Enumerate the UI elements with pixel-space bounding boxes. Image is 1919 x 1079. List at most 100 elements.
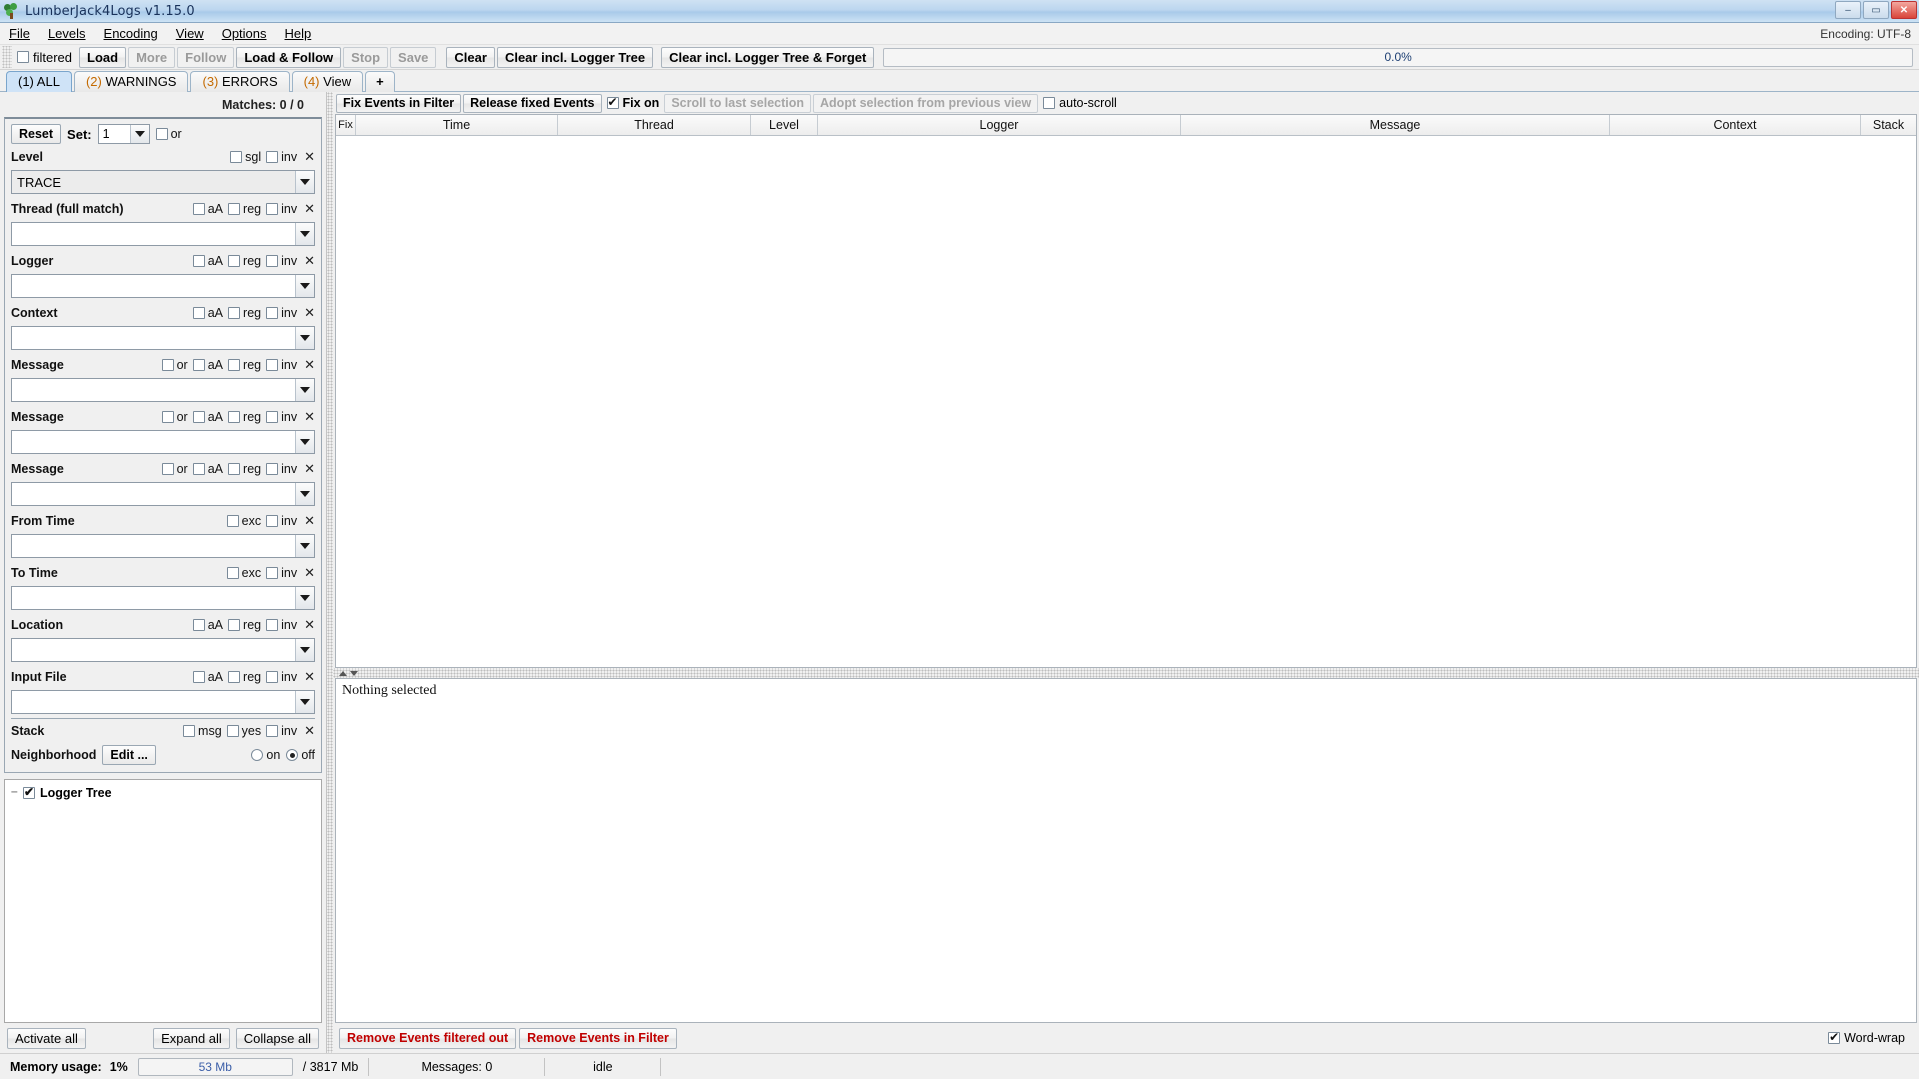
logger-clear-icon[interactable]: ✕ [302,253,315,269]
release-fixed-events-button[interactable]: Release fixed Events [463,93,602,113]
column-header-context[interactable]: Context [1610,115,1861,135]
input-file-inv-checkbox[interactable]: inv [266,670,297,684]
location-reg-checkbox[interactable]: reg [228,618,261,632]
logger-aA-checkbox[interactable]: aA [192,254,223,268]
message1-clear-icon[interactable]: ✕ [302,357,315,373]
message2-reg-checkbox[interactable]: reg [228,410,261,424]
message3-combo[interactable] [11,482,315,506]
thread-inv-checkbox[interactable]: inv [266,202,297,216]
chevron-down-icon[interactable] [295,691,314,713]
from-time-inv-checkbox[interactable]: inv [266,514,297,528]
column-header-thread[interactable]: Thread [558,115,751,135]
load-and-follow-button[interactable]: Load & Follow [236,46,342,68]
chevron-down-icon[interactable] [295,327,314,349]
expand-all-button[interactable]: Expand all [153,1027,230,1049]
filtered-checkbox[interactable]: filtered [15,50,78,65]
level-combo[interactable]: TRACE [11,170,315,194]
from-time-combo[interactable] [11,534,315,558]
input-file-combo[interactable] [11,690,315,714]
word-wrap-checkbox[interactable]: Word-wrap [1828,1030,1905,1045]
level-clear-icon[interactable]: ✕ [302,149,315,165]
collapse-down-icon[interactable] [350,670,358,676]
filter-set-select[interactable]: 1 [97,124,150,144]
message1-combo[interactable] [11,378,315,402]
tab-errors[interactable]: (3) ERRORS [190,71,290,92]
to-time-inv-checkbox[interactable]: inv [266,566,297,580]
to-time-exc-checkbox[interactable]: exc [226,566,261,580]
column-header-fix[interactable]: Fix [336,115,356,135]
chevron-down-icon[interactable] [295,171,314,193]
chevron-down-icon[interactable] [295,535,314,557]
location-aA-checkbox[interactable]: aA [192,618,223,632]
tab-view[interactable]: (4) View [291,71,364,92]
remove-events-in-filter-button[interactable]: Remove Events in Filter [519,1027,677,1049]
activate-all-button[interactable]: Activate all [7,1027,86,1049]
logger-reg-checkbox[interactable]: reg [228,254,261,268]
to-time-clear-icon[interactable]: ✕ [302,565,315,581]
column-header-time[interactable]: Time [356,115,558,135]
location-combo[interactable] [11,638,315,662]
level-sgl-checkbox[interactable]: sgl [230,150,261,164]
message2-clear-icon[interactable]: ✕ [302,409,315,425]
column-header-message[interactable]: Message [1181,115,1610,135]
thread-reg-checkbox[interactable]: reg [228,202,261,216]
message3-reg-checkbox[interactable]: reg [228,462,261,476]
logger-combo[interactable] [11,274,315,298]
input-file-clear-icon[interactable]: ✕ [302,669,315,685]
events-table-body[interactable] [336,136,1916,667]
chevron-down-icon[interactable] [295,379,314,401]
menu-levels[interactable]: Levels [39,24,95,43]
fix-events-in-filter-button[interactable]: Fix Events in Filter [336,93,462,113]
collapse-all-button[interactable]: Collapse all [235,1027,319,1049]
message3-or-checkbox[interactable]: or [161,462,188,476]
context-combo[interactable] [11,326,315,350]
fix-on-checkbox[interactable]: Fix on [606,95,659,110]
detail-splitter[interactable] [333,668,1919,678]
chevron-down-icon[interactable] [129,125,149,143]
stack-msg-checkbox[interactable]: msg [183,724,222,738]
location-clear-icon[interactable]: ✕ [302,617,315,633]
clear-incl-logger-tree-button[interactable]: Clear incl. Logger Tree [496,46,654,68]
neighborhood-off-radio[interactable]: off [286,748,315,762]
neighborhood-edit-button[interactable]: Edit ... [102,745,156,765]
message1-or-checkbox[interactable]: or [161,358,188,372]
stack-yes-checkbox[interactable]: yes [226,724,261,738]
clear-incl-logger-tree-forget-button[interactable]: Clear incl. Logger Tree & Forget [661,46,875,68]
auto-scroll-checkbox[interactable]: auto-scroll [1043,96,1117,110]
collapse-up-icon[interactable] [339,670,347,676]
menu-options[interactable]: Options [213,24,276,43]
chevron-down-icon[interactable] [295,275,314,297]
to-time-combo[interactable] [11,586,315,610]
toolbar-drag-handle[interactable] [2,46,12,68]
level-inv-checkbox[interactable]: inv [266,150,297,164]
chevron-down-icon[interactable] [295,483,314,505]
column-header-logger[interactable]: Logger [818,115,1181,135]
message2-inv-checkbox[interactable]: inv [266,410,297,424]
column-header-stack[interactable]: Stack [1861,115,1916,135]
remove-events-filtered-out-button[interactable]: Remove Events filtered out [339,1027,517,1049]
clear-button[interactable]: Clear [446,46,495,68]
close-button[interactable]: ✕ [1891,1,1917,19]
message2-combo[interactable] [11,430,315,454]
set-or-checkbox[interactable]: or [155,127,182,141]
input-file-reg-checkbox[interactable]: reg [228,670,261,684]
message2-aA-checkbox[interactable]: aA [192,410,223,424]
input-file-aA-checkbox[interactable]: aA [192,670,223,684]
column-header-level[interactable]: Level [751,115,818,135]
checkbox-box-logger-tree[interactable] [23,785,35,799]
logger-tree-root[interactable]: Logger Tree [9,784,317,800]
menu-encoding[interactable]: Encoding [95,24,167,43]
logger-inv-checkbox[interactable]: inv [266,254,297,268]
chevron-down-icon[interactable] [295,431,314,453]
context-aA-checkbox[interactable]: aA [192,306,223,320]
context-clear-icon[interactable]: ✕ [302,305,315,321]
chevron-down-icon[interactable] [295,223,314,245]
chevron-down-icon[interactable] [295,639,314,661]
chevron-down-icon[interactable] [295,587,314,609]
stack-inv-checkbox[interactable]: inv [266,724,297,738]
thread-clear-icon[interactable]: ✕ [302,201,315,217]
message1-aA-checkbox[interactable]: aA [192,358,223,372]
minimize-button[interactable]: – [1835,1,1861,19]
stack-clear-icon[interactable]: ✕ [302,723,315,739]
from-time-exc-checkbox[interactable]: exc [226,514,261,528]
